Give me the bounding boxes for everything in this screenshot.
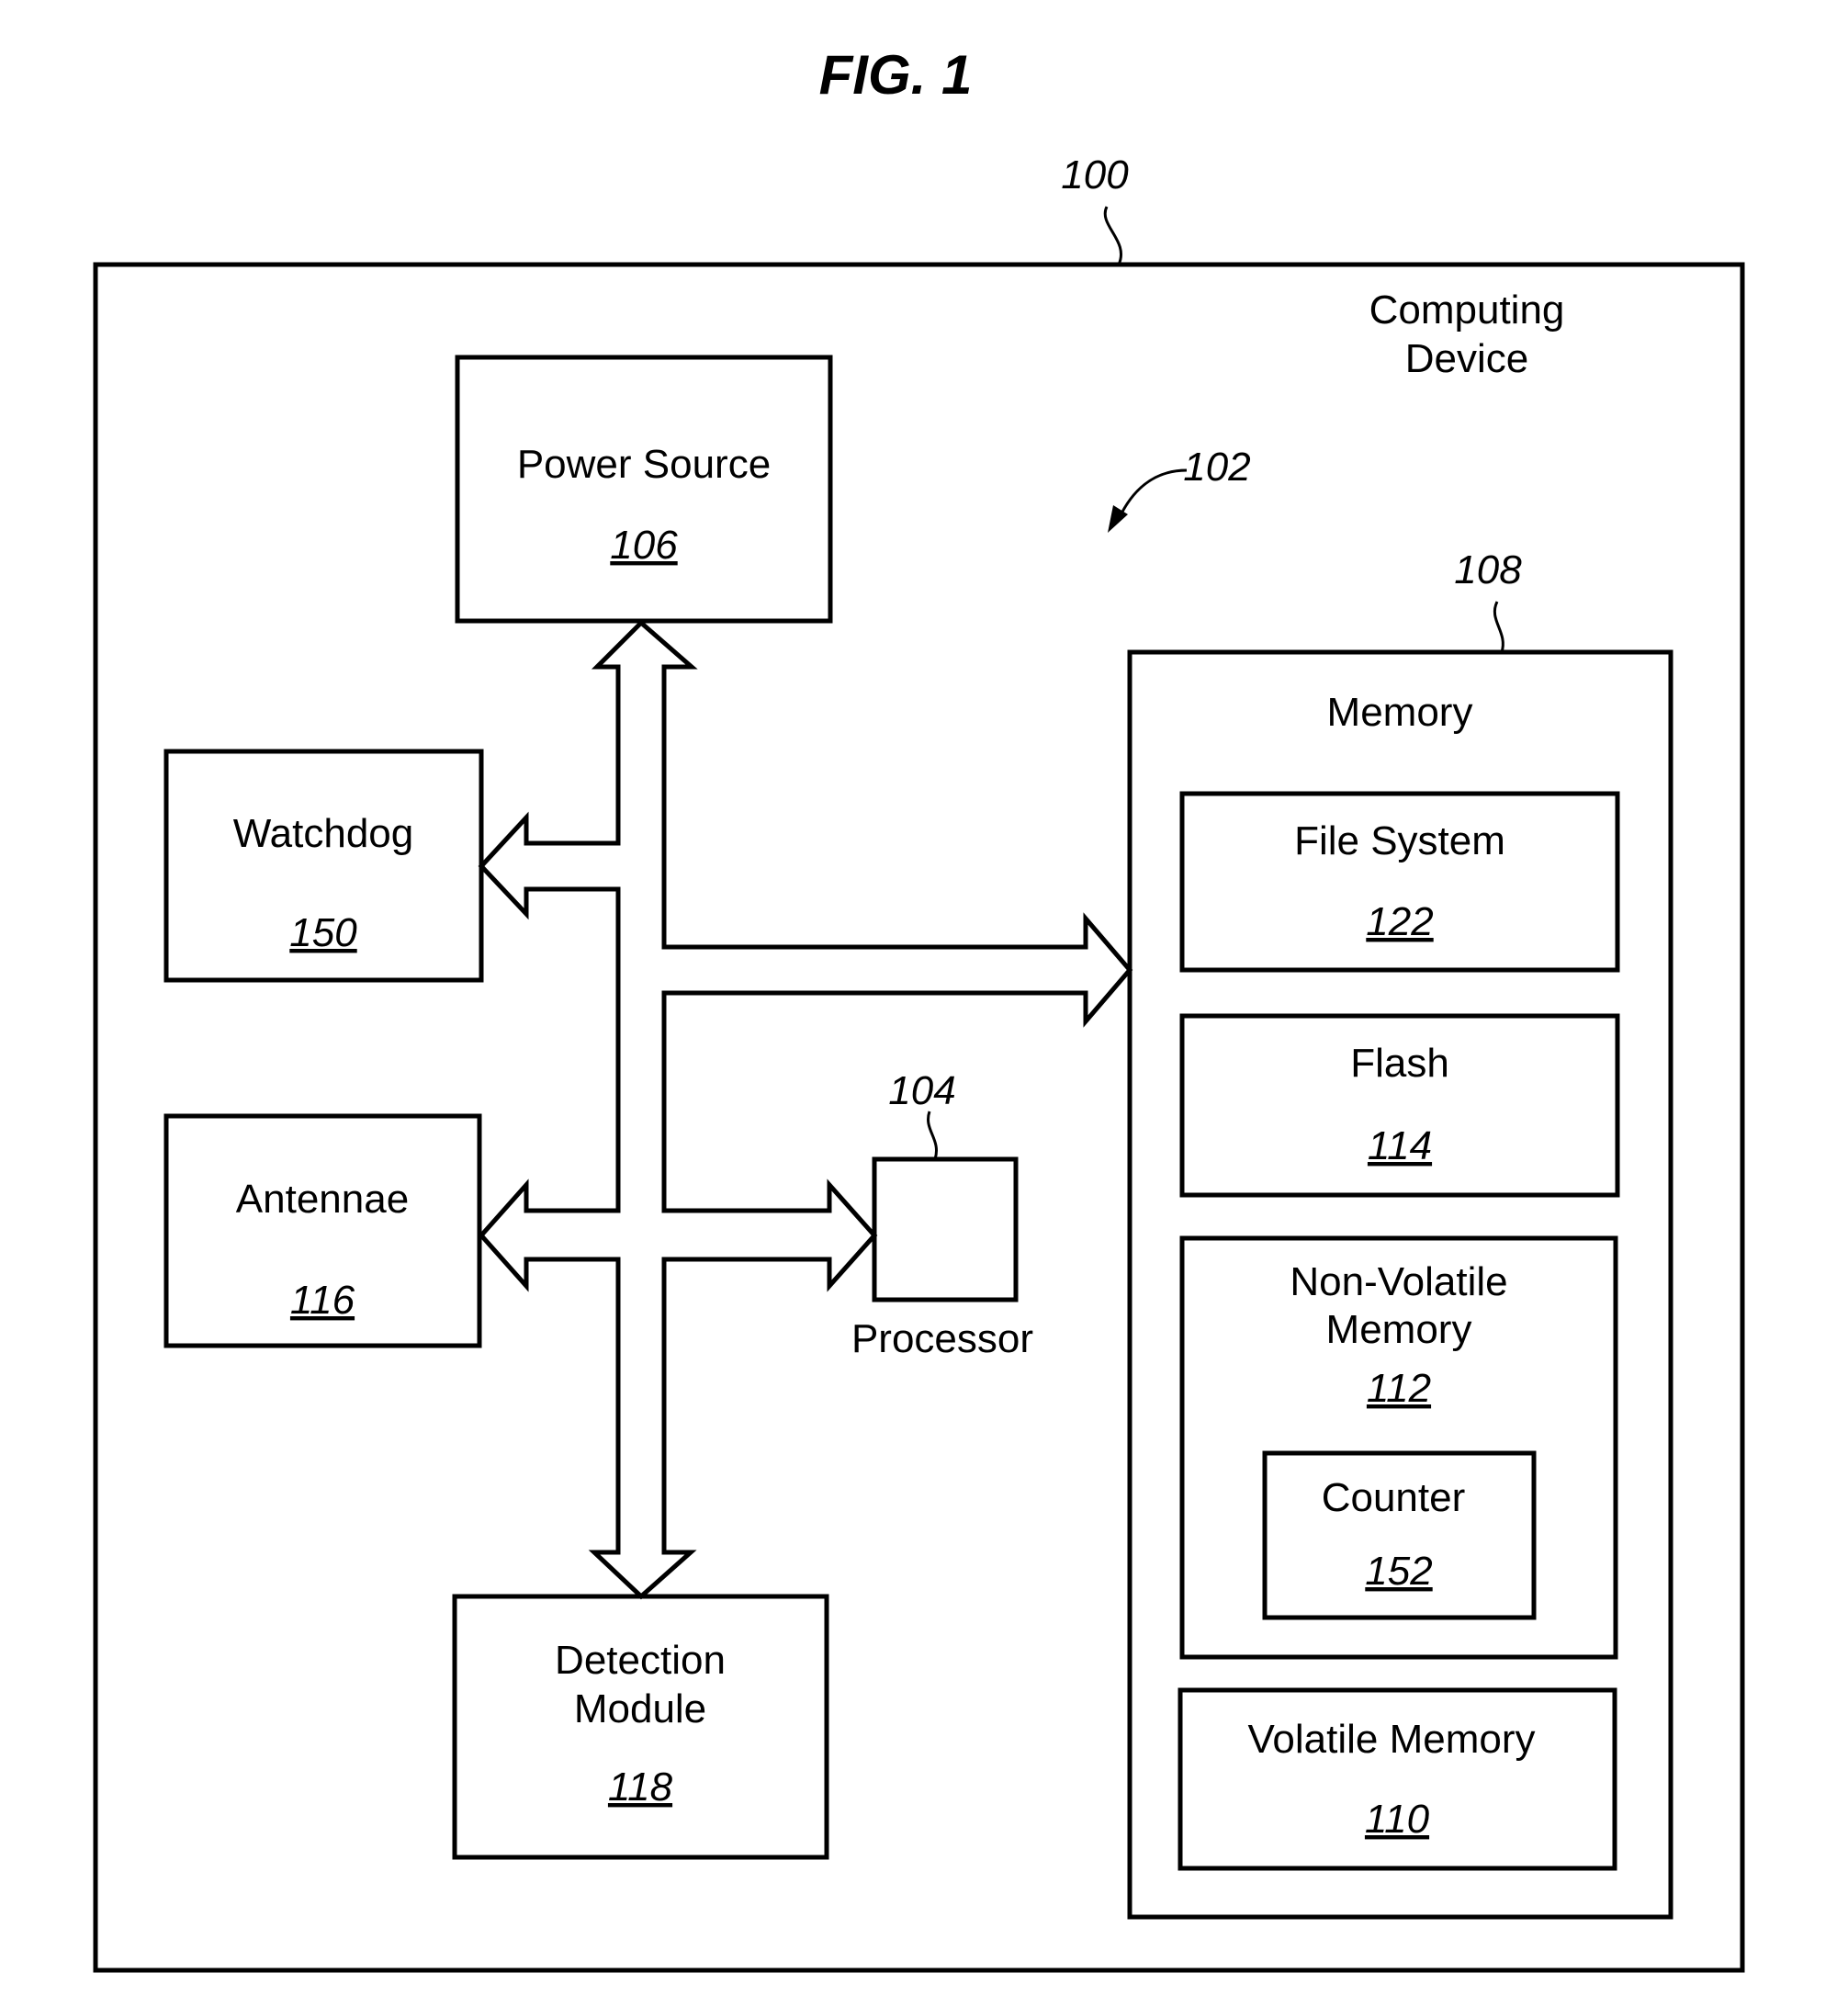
memory-label: Memory [1327, 690, 1473, 735]
flash-ref: 114 [1368, 1123, 1432, 1168]
antennae-label: Antennae [236, 1177, 409, 1222]
volatile-memory-ref: 110 [1365, 1797, 1430, 1842]
watchdog-label: Watchdog [233, 811, 413, 856]
watchdog-ref: 150 [289, 910, 357, 955]
processor-box [872, 1156, 1019, 1302]
device-ref-leader [1103, 206, 1122, 265]
file-system-ref: 122 [1366, 899, 1433, 944]
processor-label: Processor [851, 1316, 1033, 1361]
non-volatile-label-line2: Memory [1326, 1307, 1472, 1352]
power-source-label: Power Source [517, 442, 771, 487]
power-source-box [455, 355, 833, 624]
block-diagram: FIG. 1 100 Computing Device 102 Power So… [93, 44, 1745, 1973]
device-ref-label: 100 [1061, 152, 1129, 197]
detection-module-label-line2: Module [574, 1686, 706, 1731]
detection-module-label-line1: Detection [555, 1638, 726, 1683]
file-system-label: File System [1294, 818, 1505, 863]
volatile-memory-label: Volatile Memory [1247, 1717, 1535, 1762]
power-source-ref: 106 [610, 523, 678, 568]
flash-label: Flash [1350, 1041, 1449, 1086]
processor-ref-leader [927, 1111, 938, 1160]
counter-label: Counter [1322, 1475, 1466, 1520]
bus-ref-leader [1117, 468, 1188, 520]
device-label-line1: Computing [1369, 288, 1565, 333]
bus-ref-label: 102 [1183, 445, 1250, 490]
processor-ref: 104 [888, 1068, 955, 1113]
figure-title: FIG. 1 [819, 44, 973, 106]
system-bus [478, 619, 1133, 1600]
counter-ref: 152 [1365, 1549, 1432, 1594]
detection-module-ref: 118 [608, 1765, 673, 1810]
device-label-line2: Device [1405, 336, 1529, 381]
antennae-ref: 116 [290, 1278, 355, 1323]
memory-ref: 108 [1454, 547, 1522, 592]
non-volatile-label-line1: Non-Volatile [1290, 1259, 1507, 1304]
non-volatile-ref: 112 [1367, 1366, 1431, 1411]
memory-ref-leader [1493, 601, 1504, 653]
